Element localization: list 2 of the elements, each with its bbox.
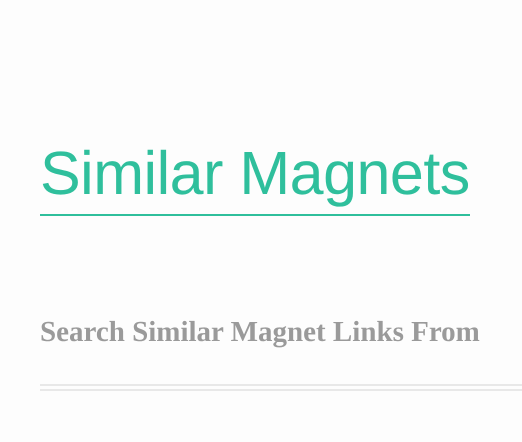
page-title: Similar Magnets	[40, 138, 470, 216]
page-subtitle: Search Similar Magnet Links From	[40, 315, 481, 350]
